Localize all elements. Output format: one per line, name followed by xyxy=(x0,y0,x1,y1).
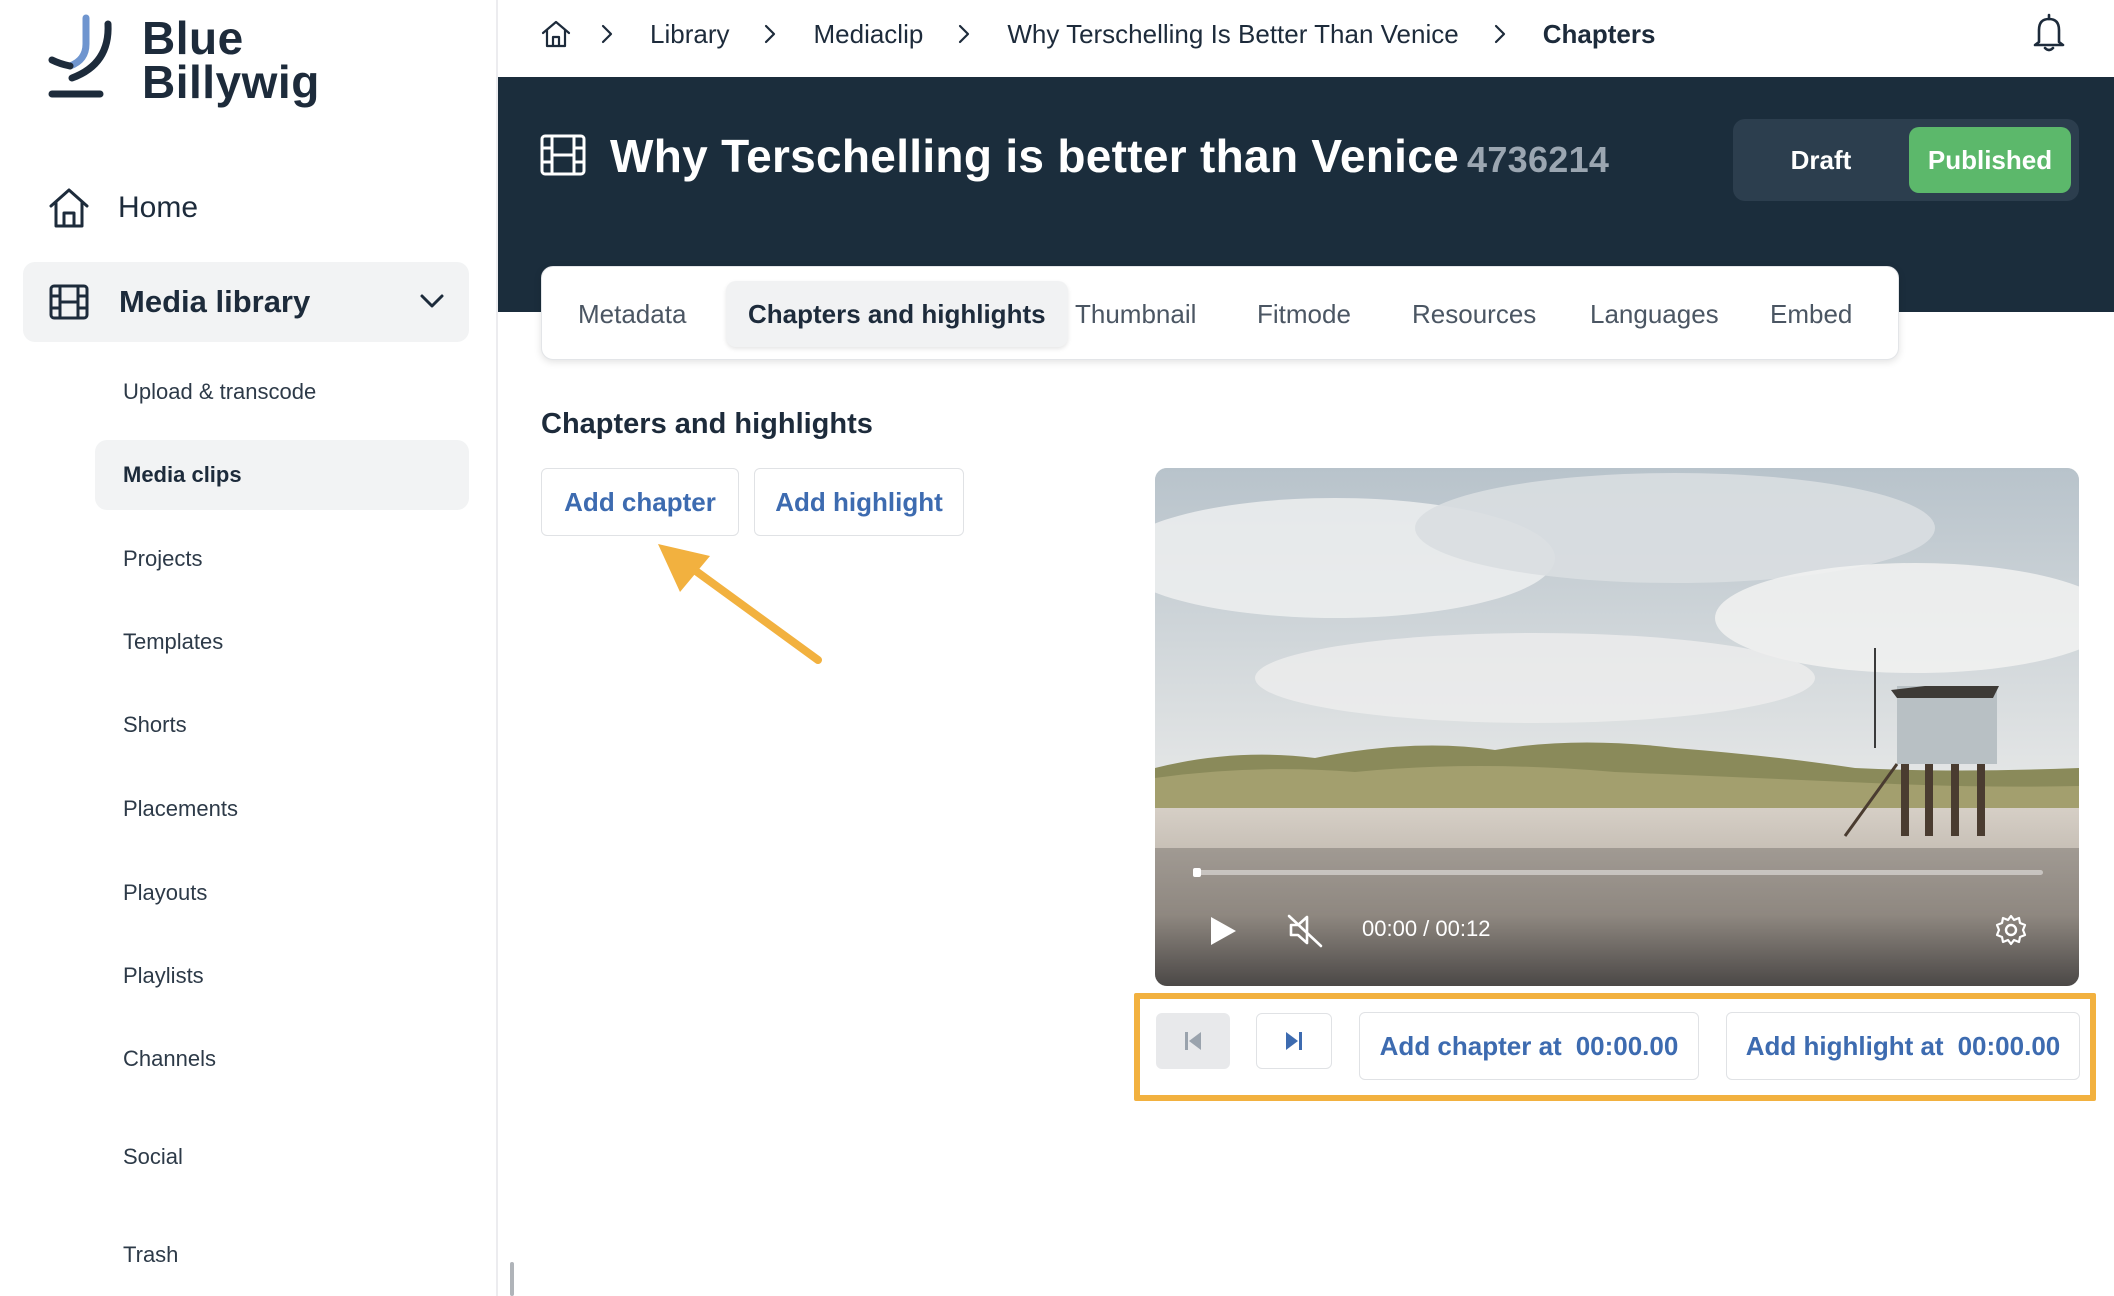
house-icon xyxy=(49,188,89,228)
brand-line-2: Billywig xyxy=(142,56,320,108)
breadcrumb-chapters: Chapters xyxy=(1542,18,1656,49)
logo-mark-icon xyxy=(48,14,112,98)
chevron-right-icon xyxy=(1494,24,1505,44)
tab-fitmode[interactable]: Fitmode xyxy=(1257,281,1351,347)
chevron-right-icon xyxy=(601,24,613,44)
brand-line-1: Blue xyxy=(142,12,244,64)
bell-icon[interactable] xyxy=(2030,12,2068,52)
sidebar-item-templates[interactable]: Templates xyxy=(95,607,469,677)
sidebar-item-media-library-label: Media library xyxy=(119,284,311,319)
sidebar-item-trash[interactable]: Trash xyxy=(95,1220,469,1290)
video-player[interactable]: 00:00 / 00:12 xyxy=(1155,468,2079,986)
add-chapter-at-button[interactable]: Add chapter at 00:00.00 xyxy=(1359,1012,1699,1080)
add-chapter-at-label: Add chapter at xyxy=(1379,1030,1562,1061)
chevron-right-icon xyxy=(765,24,776,44)
sidebar-item-media-clips[interactable]: Media clips xyxy=(95,440,469,510)
sidebar-item-projects[interactable]: Projects xyxy=(95,524,469,594)
sidebar-item-shorts[interactable]: Shorts xyxy=(95,690,469,760)
chevron-down-icon[interactable] xyxy=(417,286,447,316)
chevron-right-icon xyxy=(959,24,970,44)
breadcrumb-clip-title[interactable]: Why Terschelling Is Better Than Venice xyxy=(1007,19,1458,50)
tab-embed[interactable]: Embed xyxy=(1770,281,1852,347)
add-highlight-button[interactable]: Add highlight xyxy=(754,468,964,536)
film-icon xyxy=(540,134,586,176)
add-chapter-button[interactable]: Add chapter xyxy=(541,468,739,536)
video-frame-beach xyxy=(1155,468,2079,986)
play-icon[interactable] xyxy=(1207,914,1239,948)
draft-button[interactable]: Draft xyxy=(1733,119,1909,201)
add-highlight-at-button[interactable]: Add highlight at 00:00.00 xyxy=(1726,1012,2080,1080)
tab-chapters-and-highlights[interactable]: Chapters and highlights xyxy=(726,281,1068,347)
add-highlight-at-time: 00:00.00 xyxy=(1957,1030,2061,1061)
scrollbar[interactable] xyxy=(510,1262,514,1296)
brand-wordmark: Blue Billywig xyxy=(142,12,320,108)
breadcrumb-mediaclip[interactable]: Mediaclip xyxy=(813,19,923,50)
page-title: Why Terschelling is better than Venice 47… xyxy=(610,129,1609,183)
film-icon xyxy=(49,284,89,320)
annotation-arrow xyxy=(658,544,822,664)
tab-resources[interactable]: Resources xyxy=(1412,281,1536,347)
skip-next-icon xyxy=(1286,1032,1302,1050)
sidebar: Blue Billywig Home Media library Upload … xyxy=(0,0,498,1296)
video-progress-bar[interactable] xyxy=(1193,868,2043,877)
sidebar-item-upload-transcode[interactable]: Upload & transcode xyxy=(95,357,469,427)
video-time: 00:00 / 00:12 xyxy=(1362,916,1491,941)
sidebar-item-home-label: Home xyxy=(118,191,199,224)
sidebar-item-channels[interactable]: Channels xyxy=(95,1024,469,1094)
sidebar-item-social[interactable]: Social xyxy=(95,1122,469,1192)
skip-previous-button[interactable] xyxy=(1156,1013,1230,1069)
sidebar-item-placements[interactable]: Placements xyxy=(95,774,469,844)
tab-metadata[interactable]: Metadata xyxy=(578,281,686,347)
settings-gear-icon[interactable] xyxy=(1995,914,2027,946)
skip-next-button[interactable] xyxy=(1256,1013,1332,1069)
sidebar-item-playlists[interactable]: Playlists xyxy=(95,941,469,1011)
clip-title: Why Terschelling is better than Venice xyxy=(610,130,1459,182)
published-button[interactable]: Published xyxy=(1909,127,2071,193)
clip-id: 4736214 xyxy=(1467,139,1610,180)
brand-logo[interactable]: Blue Billywig xyxy=(48,12,320,108)
top-bar: Library Mediaclip Why Terschelling Is Be… xyxy=(498,0,2114,77)
skip-previous-icon xyxy=(1185,1032,1201,1050)
publish-status-toggle: Draft Published xyxy=(1733,119,2079,201)
add-highlight-at-label: Add highlight at xyxy=(1745,1030,1944,1061)
mute-icon[interactable] xyxy=(1285,912,1325,948)
sidebar-item-home[interactable]: Home xyxy=(46,180,198,236)
tab-languages[interactable]: Languages xyxy=(1590,281,1719,347)
clip-tabs: Metadata Chapters and highlights Thumbna… xyxy=(541,266,1899,360)
sidebar-item-media-library[interactable]: Media library xyxy=(23,262,469,342)
add-chapter-at-time: 00:00.00 xyxy=(1575,1030,1679,1061)
breadcrumb: Library Mediaclip Why Terschelling Is Be… xyxy=(598,0,1687,68)
tab-thumbnail[interactable]: Thumbnail xyxy=(1075,281,1196,347)
section-title: Chapters and highlights xyxy=(541,408,873,440)
breadcrumb-home-icon[interactable] xyxy=(540,18,572,50)
video-progress-handle[interactable] xyxy=(1193,868,1201,877)
app-root: Blue Billywig Home Media library Upload … xyxy=(0,0,2114,1296)
breadcrumb-library[interactable]: Library xyxy=(650,19,729,50)
sidebar-item-playouts[interactable]: Playouts xyxy=(95,858,469,928)
